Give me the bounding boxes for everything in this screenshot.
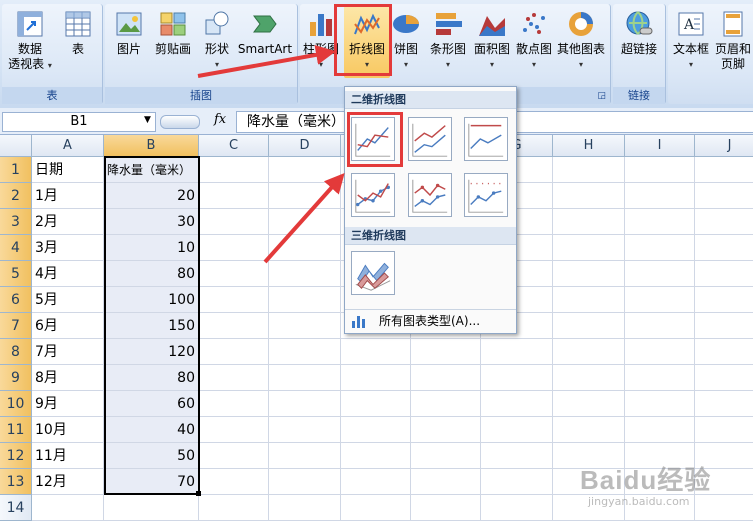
arrow-to-line-option <box>263 173 345 264</box>
baidu-watermark: Baidu经验 jingyan.baidu.com <box>580 460 711 508</box>
watermark-brand: Baidu经验 <box>580 465 712 495</box>
annotation-arrows <box>197 44 345 264</box>
arrow-to-line-chart <box>197 44 336 78</box>
